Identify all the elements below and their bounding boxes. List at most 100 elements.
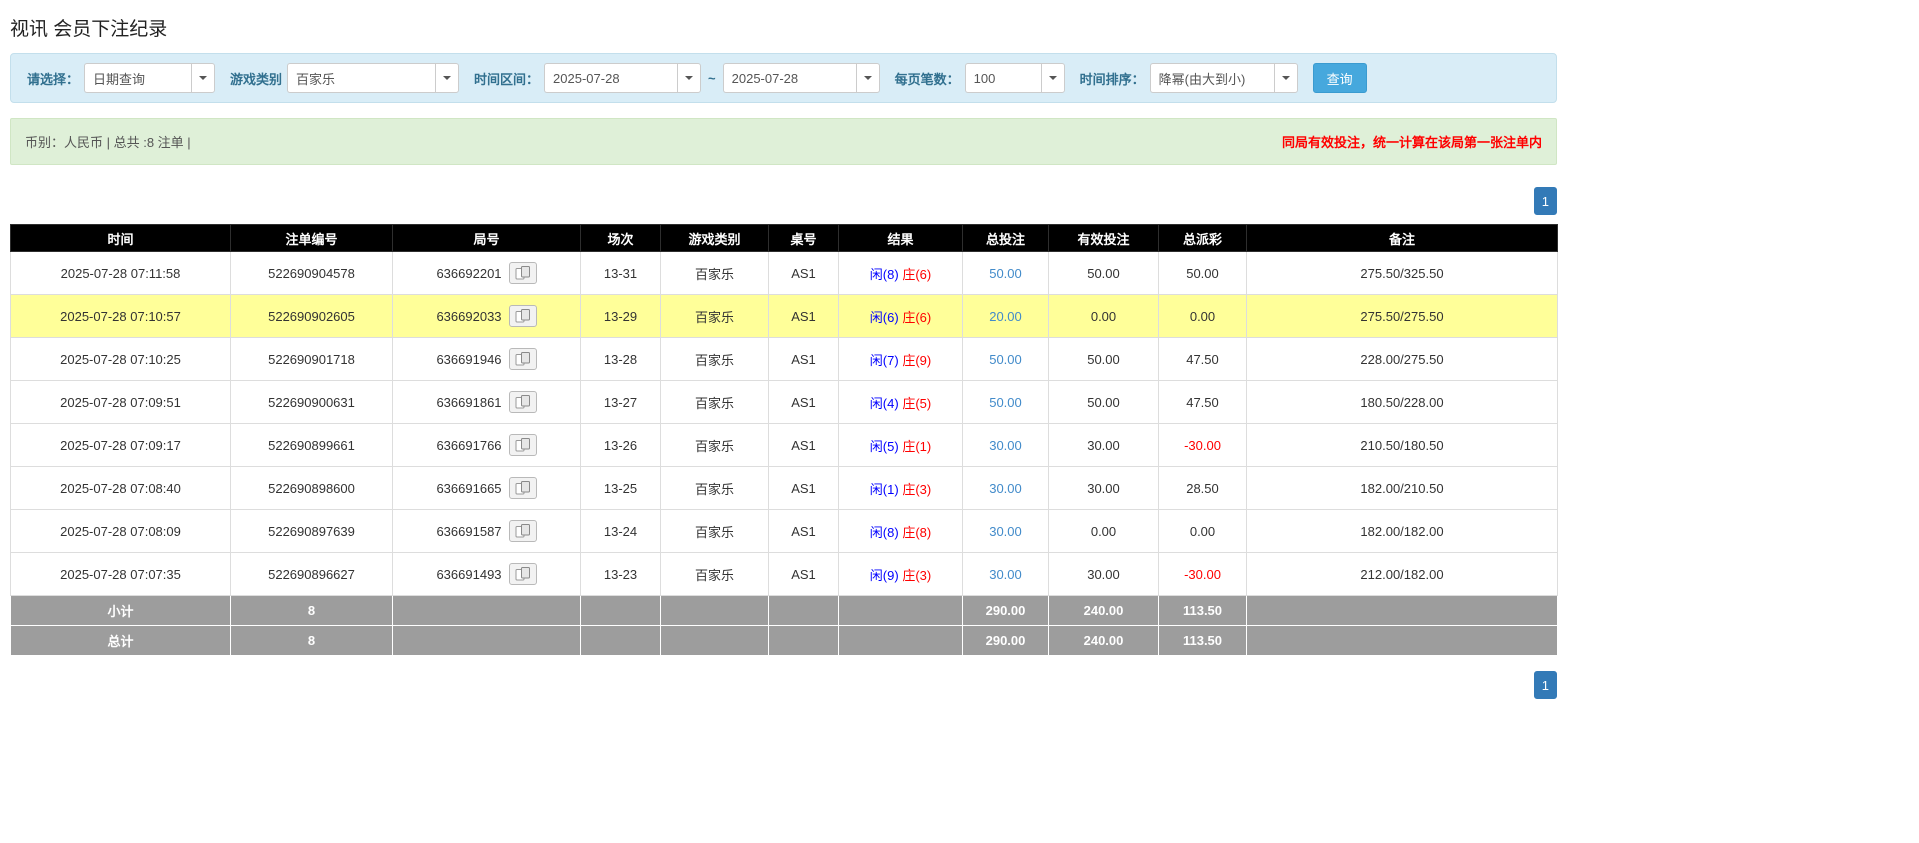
sort-order-combo [1150, 63, 1298, 93]
column-header-round: 局号 [393, 225, 581, 252]
footer-empty-cell [581, 626, 661, 656]
cell-table-no: AS1 [769, 252, 839, 295]
page-size-dropdown-button[interactable] [1041, 63, 1065, 93]
cell-total-bet: 50.00 [963, 338, 1049, 381]
total-bet-link[interactable]: 20.00 [989, 309, 1022, 324]
cell-result: 闲(8) 庄(8) [839, 510, 963, 553]
cell-result: 闲(4) 庄(5) [839, 381, 963, 424]
pagination-top: 1 [10, 187, 1557, 215]
caret-down-icon [199, 76, 207, 80]
subtotal-row: 小计8290.00240.00113.50 [11, 596, 1558, 626]
page-size-input[interactable] [965, 63, 1041, 93]
page-button-top-1[interactable]: 1 [1534, 187, 1557, 215]
summary-currency-count: 币别：人民币 | 总共 :8 注单 | [25, 132, 191, 151]
column-header-valid-bet: 有效投注 [1049, 225, 1159, 252]
table-body: 2025-07-28 07:11:58522690904578636692201… [11, 252, 1558, 596]
date-range-tilde: ~ [708, 71, 716, 86]
view-cards-icon[interactable] [509, 391, 537, 413]
cell-valid-bet: 30.00 [1049, 553, 1159, 596]
view-cards-icon[interactable] [509, 262, 537, 284]
column-header-session: 场次 [581, 225, 661, 252]
cell-bet-id: 522690899661 [231, 424, 393, 467]
total-bet-link[interactable]: 30.00 [989, 524, 1022, 539]
cell-total-bet: 30.00 [963, 424, 1049, 467]
cell-time: 2025-07-28 07:08:40 [11, 467, 231, 510]
column-header-bet-id: 注单编号 [231, 225, 393, 252]
game-type-input[interactable] [287, 63, 435, 93]
cell-session: 13-26 [581, 424, 661, 467]
table-row: 2025-07-28 07:10:57522690902605636692033… [11, 295, 1558, 338]
table-header: 时间注单编号局号场次游戏类别桌号结果总投注有效投注总派彩备注 [11, 225, 1558, 252]
footer-total-bet: 290.00 [963, 626, 1049, 656]
cards-glyph [515, 309, 531, 323]
cell-bet-id: 522690897639 [231, 510, 393, 553]
cards-glyph [515, 567, 531, 581]
date-from-input[interactable] [544, 63, 677, 93]
cell-remark: 212.00/182.00 [1247, 553, 1558, 596]
table-row: 2025-07-28 07:09:17522690899661636691766… [11, 424, 1558, 467]
total-row: 总计8290.00240.00113.50 [11, 626, 1558, 656]
column-header-time: 时间 [11, 225, 231, 252]
cell-game-type: 百家乐 [661, 424, 769, 467]
cell-game-type: 百家乐 [661, 467, 769, 510]
query-type-dropdown-button[interactable] [191, 63, 215, 93]
cell-table-no: AS1 [769, 553, 839, 596]
cell-table-no: AS1 [769, 295, 839, 338]
result-player: 闲(8) [870, 525, 899, 540]
query-type-input[interactable] [84, 63, 191, 93]
cell-table-no: AS1 [769, 510, 839, 553]
date-to-combo [723, 63, 880, 93]
game-type-dropdown-button[interactable] [435, 63, 459, 93]
caret-down-icon [1282, 76, 1290, 80]
total-bet-link[interactable]: 30.00 [989, 481, 1022, 496]
footer-empty-cell [661, 626, 769, 656]
date-to-dropdown-button[interactable] [856, 63, 880, 93]
footer-valid-bet: 240.00 [1049, 596, 1159, 626]
footer-empty-cell [1247, 626, 1558, 656]
search-button[interactable]: 查询 [1313, 63, 1367, 93]
cell-result: 闲(1) 庄(3) [839, 467, 963, 510]
footer-count: 8 [231, 596, 393, 626]
cell-payout: -30.00 [1159, 553, 1247, 596]
result-player: 闲(6) [870, 310, 899, 325]
cell-payout: 47.50 [1159, 381, 1247, 424]
cards-glyph [515, 266, 531, 280]
cell-session: 13-27 [581, 381, 661, 424]
total-bet-link[interactable]: 50.00 [989, 395, 1022, 410]
view-cards-icon[interactable] [509, 563, 537, 585]
view-cards-icon[interactable] [509, 477, 537, 499]
cell-session: 13-25 [581, 467, 661, 510]
content-area: 视讯 会员下注纪录 请选择： 游戏类别 时间区间： ~ 每页笔数： 时间排序： [10, 14, 1557, 719]
cell-game-type: 百家乐 [661, 510, 769, 553]
cell-valid-bet: 0.00 [1049, 510, 1159, 553]
view-cards-icon[interactable] [509, 434, 537, 456]
payout-value: -30.00 [1184, 438, 1221, 453]
sort-order-input[interactable] [1150, 63, 1274, 93]
date-from-dropdown-button[interactable] [677, 63, 701, 93]
cell-round: 636692201 [393, 252, 581, 295]
date-to-input[interactable] [723, 63, 856, 93]
payout-value: 28.50 [1186, 481, 1219, 496]
page-button-bottom-1[interactable]: 1 [1534, 671, 1557, 699]
view-cards-icon[interactable] [509, 348, 537, 370]
result-banker: 庄(9) [902, 353, 931, 368]
cell-total-bet: 30.00 [963, 510, 1049, 553]
footer-valid-bet: 240.00 [1049, 626, 1159, 656]
footer-empty-cell [839, 596, 963, 626]
cell-round: 636691587 [393, 510, 581, 553]
table-row: 2025-07-28 07:08:40522690898600636691665… [11, 467, 1558, 510]
view-cards-icon[interactable] [509, 305, 537, 327]
cell-table-no: AS1 [769, 424, 839, 467]
footer-empty-cell [1247, 596, 1558, 626]
total-bet-link[interactable]: 30.00 [989, 438, 1022, 453]
view-cards-icon[interactable] [509, 520, 537, 542]
sort-order-dropdown-button[interactable] [1274, 63, 1298, 93]
total-bet-link[interactable]: 30.00 [989, 567, 1022, 582]
total-bet-link[interactable]: 50.00 [989, 266, 1022, 281]
payout-value: 0.00 [1190, 309, 1215, 324]
round-number: 636691493 [436, 567, 501, 582]
footer-empty-cell [581, 596, 661, 626]
total-bet-link[interactable]: 50.00 [989, 352, 1022, 367]
column-header-payout: 总派彩 [1159, 225, 1247, 252]
cell-game-type: 百家乐 [661, 553, 769, 596]
